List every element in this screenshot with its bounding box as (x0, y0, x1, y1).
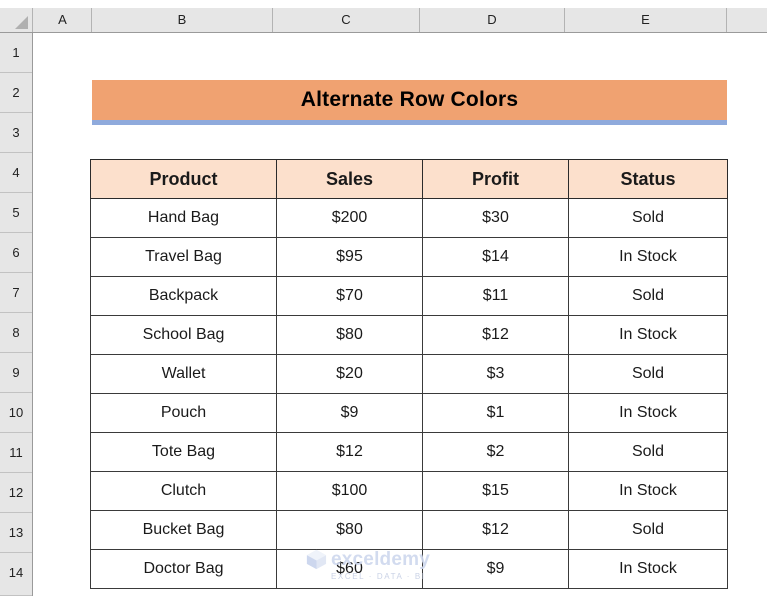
row-header-10[interactable]: 10 (0, 393, 32, 433)
cell-product[interactable]: Hand Bag (90, 198, 277, 238)
cell-product[interactable]: Pouch (90, 393, 277, 433)
table-row[interactable]: Tote Bag $12 $2 Sold (90, 432, 728, 472)
row-header-8[interactable]: 8 (0, 313, 32, 353)
title-banner[interactable]: Alternate Row Colors (92, 80, 727, 120)
cell-product[interactable]: Backpack (90, 276, 277, 316)
cell-profit[interactable]: $30 (422, 198, 569, 238)
table-body: Hand Bag $200 $30 Sold Travel Bag $95 $1… (90, 198, 728, 589)
table-row[interactable]: Doctor Bag $60 $9 In Stock (90, 549, 728, 589)
cell-status[interactable]: In Stock (568, 237, 728, 277)
cell-sales[interactable]: $9 (276, 393, 423, 433)
table-row[interactable]: Hand Bag $200 $30 Sold (90, 198, 728, 238)
data-table[interactable]: Product Sales Profit Status Hand Bag $20… (90, 159, 728, 589)
cell-sales[interactable]: $80 (276, 315, 423, 355)
row-header-5[interactable]: 5 (0, 193, 32, 233)
column-header-e[interactable]: E (565, 8, 727, 32)
table-row[interactable]: School Bag $80 $12 In Stock (90, 315, 728, 355)
cell-status[interactable]: Sold (568, 276, 728, 316)
row-header-14[interactable]: 14 (0, 553, 32, 596)
spreadsheet-sheet: A B C D E 1 2 3 4 5 6 7 8 9 10 11 12 13 … (0, 0, 767, 596)
cell-profit[interactable]: $12 (422, 510, 569, 550)
cell-status[interactable]: Sold (568, 354, 728, 394)
cell-sales[interactable]: $12 (276, 432, 423, 472)
cell-sales[interactable]: $20 (276, 354, 423, 394)
cell-product[interactable]: School Bag (90, 315, 277, 355)
page-title: Alternate Row Colors (300, 88, 519, 111)
table-row[interactable]: Pouch $9 $1 In Stock (90, 393, 728, 433)
column-header-a[interactable]: A (34, 8, 92, 32)
cell-product[interactable]: Tote Bag (90, 432, 277, 472)
table-header-row: Product Sales Profit Status (90, 159, 728, 199)
cell-sales[interactable]: $200 (276, 198, 423, 238)
cell-status[interactable]: In Stock (568, 393, 728, 433)
cell-status[interactable]: In Stock (568, 315, 728, 355)
title-underline (92, 120, 727, 125)
cell-status[interactable]: Sold (568, 432, 728, 472)
cell-profit[interactable]: $1 (422, 393, 569, 433)
select-all-triangle-icon (15, 16, 28, 29)
column-header-profit[interactable]: Profit (422, 159, 569, 199)
select-all-corner[interactable] (0, 8, 33, 32)
table-row[interactable]: Backpack $70 $11 Sold (90, 276, 728, 316)
cell-sales[interactable]: $60 (276, 549, 423, 589)
cell-profit[interactable]: $15 (422, 471, 569, 511)
cell-product[interactable]: Wallet (90, 354, 277, 394)
cell-profit[interactable]: $3 (422, 354, 569, 394)
cell-status[interactable]: Sold (568, 198, 728, 238)
cell-status[interactable]: Sold (568, 510, 728, 550)
cell-profit[interactable]: $2 (422, 432, 569, 472)
row-header-6[interactable]: 6 (0, 233, 32, 273)
cell-sales[interactable]: $80 (276, 510, 423, 550)
table-row[interactable]: Travel Bag $95 $14 In Stock (90, 237, 728, 277)
cell-sales[interactable]: $100 (276, 471, 423, 511)
cell-profit[interactable]: $11 (422, 276, 569, 316)
cell-profit[interactable]: $9 (422, 549, 569, 589)
row-header-2[interactable]: 2 (0, 73, 32, 113)
column-header-product[interactable]: Product (90, 159, 277, 199)
cell-product[interactable]: Clutch (90, 471, 277, 511)
cell-sales[interactable]: $95 (276, 237, 423, 277)
cell-profit[interactable]: $14 (422, 237, 569, 277)
cell-product[interactable]: Doctor Bag (90, 549, 277, 589)
column-header-b[interactable]: B (92, 8, 273, 32)
row-header-1[interactable]: 1 (0, 33, 32, 73)
column-header-strip: A B C D E (0, 8, 767, 33)
cell-profit[interactable]: $12 (422, 315, 569, 355)
cell-product[interactable]: Bucket Bag (90, 510, 277, 550)
row-header-3[interactable]: 3 (0, 113, 32, 153)
table-row[interactable]: Clutch $100 $15 In Stock (90, 471, 728, 511)
cell-status[interactable]: In Stock (568, 471, 728, 511)
cell-sales[interactable]: $70 (276, 276, 423, 316)
row-header-11[interactable]: 11 (0, 433, 32, 473)
column-header-d[interactable]: D (420, 8, 565, 32)
column-header-status[interactable]: Status (568, 159, 728, 199)
table-row[interactable]: Bucket Bag $80 $12 Sold (90, 510, 728, 550)
table-row[interactable]: Wallet $20 $3 Sold (90, 354, 728, 394)
row-header-12[interactable]: 12 (0, 473, 32, 513)
column-header-c[interactable]: C (273, 8, 420, 32)
row-header-4[interactable]: 4 (0, 153, 32, 193)
row-header-7[interactable]: 7 (0, 273, 32, 313)
column-header-sales[interactable]: Sales (276, 159, 423, 199)
cell-product[interactable]: Travel Bag (90, 237, 277, 277)
row-header-strip: 1 2 3 4 5 6 7 8 9 10 11 12 13 14 (0, 33, 33, 596)
cell-status[interactable]: In Stock (568, 549, 728, 589)
row-header-13[interactable]: 13 (0, 513, 32, 553)
row-header-9[interactable]: 9 (0, 353, 32, 393)
